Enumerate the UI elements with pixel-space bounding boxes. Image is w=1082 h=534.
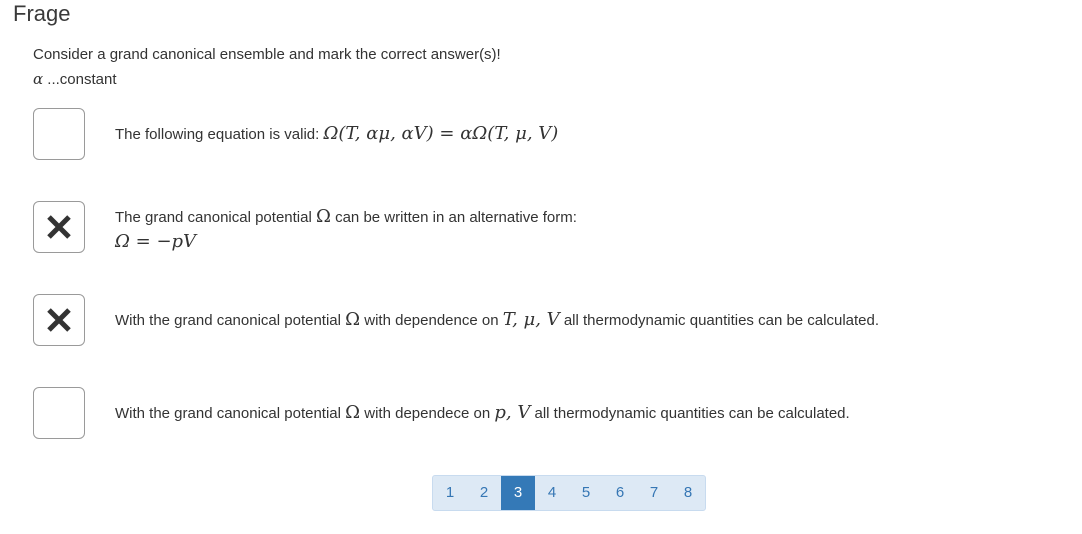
page-title: Frage [13, 1, 71, 26]
answer-text-2-part-a: The grand canonical potential [115, 209, 316, 226]
answer-option-1: The following equation is valid: Ω(T, αμ… [33, 108, 1073, 160]
answer-text-1-label: The following equation is valid: [115, 126, 324, 143]
answer-3-variables: T, μ, V [502, 309, 560, 330]
page-link-5[interactable]: 5 [569, 476, 603, 510]
answer-option-2: The grand canonical potential Ω can be w… [33, 201, 1073, 253]
answer-text-3-part-c: all thermodynamic quantities can be calc… [559, 312, 880, 329]
answer-option-4: With the grand canonical potential Ω wit… [33, 387, 1073, 439]
constant-note: α ...constant [33, 67, 501, 92]
answer-2-equation: Ω = −pV [115, 231, 197, 252]
omega-symbol: Ω [345, 402, 361, 423]
page-link-7[interactable]: 7 [637, 476, 671, 510]
page-link-8[interactable]: 8 [671, 476, 705, 510]
alpha-symbol: α [33, 70, 44, 88]
answer-text-4-part-b: with dependece on [360, 405, 495, 422]
answer-checkbox-1[interactable] [33, 108, 85, 160]
answer-checkbox-3[interactable] [33, 294, 85, 346]
answer-text-4: With the grand canonical potential Ω wit… [115, 401, 850, 426]
omega-symbol: Ω [345, 309, 361, 330]
page-link-2[interactable]: 2 [467, 476, 501, 510]
page-link-1[interactable]: 1 [433, 476, 467, 510]
answer-text-4-part-c: all thermodynamic quantities can be calc… [530, 405, 850, 422]
page-link-4[interactable]: 4 [535, 476, 569, 510]
page-link-3-current[interactable]: 3 [501, 476, 535, 510]
constant-note-text: ...constant [43, 71, 117, 88]
answer-text-2: The grand canonical potential Ω can be w… [115, 205, 577, 254]
answer-4-variables: p, V [494, 402, 531, 423]
answer-option-3: With the grand canonical potential Ω wit… [33, 294, 1073, 346]
question-text: Consider a grand canonical ensemble and … [33, 43, 501, 92]
answer-checkbox-2[interactable] [33, 201, 85, 253]
answer-text-3: With the grand canonical potential Ω wit… [115, 308, 879, 333]
answer-1-equation: Ω(T, αμ, αV) = αΩ(T, μ, V) [323, 123, 559, 144]
omega-symbol: Ω [315, 206, 331, 227]
answer-text-2-line1: The grand canonical potential Ω can be w… [115, 205, 577, 230]
answer-text-2-part-b: can be written in an alternative form: [330, 209, 577, 226]
x-mark-icon [47, 215, 71, 239]
page-link-6[interactable]: 6 [603, 476, 637, 510]
x-mark-icon [47, 308, 71, 332]
answer-text-3-part-b: with dependence on [360, 312, 503, 329]
pagination: 1 2 3 4 5 6 7 8 [432, 475, 706, 511]
answer-text-1: The following equation is valid: Ω(T, αμ… [115, 122, 558, 147]
question-prompt: Consider a grand canonical ensemble and … [33, 46, 501, 63]
answer-checkbox-4[interactable] [33, 387, 85, 439]
answer-text-3-part-a: With the grand canonical potential [115, 312, 346, 329]
answer-text-4-part-a: With the grand canonical potential [115, 405, 346, 422]
